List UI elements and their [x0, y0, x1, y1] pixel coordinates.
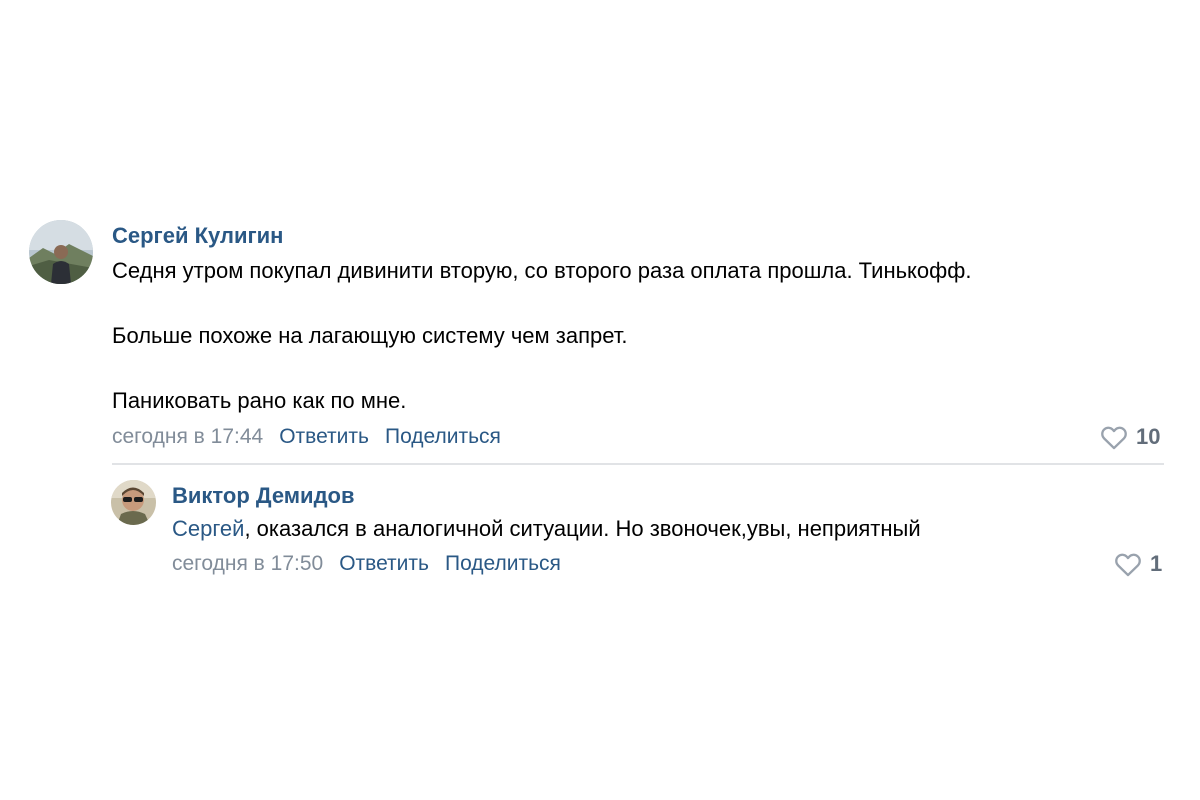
heart-icon [1101, 426, 1127, 450]
avatar[interactable] [29, 220, 93, 284]
reply-body: , оказался в аналогичной ситуации. Но зв… [244, 516, 921, 541]
divider [112, 463, 1164, 465]
avatar-photo [111, 480, 156, 525]
avatar-photo [29, 220, 93, 284]
comment-author[interactable]: Сергей Кулигин [112, 223, 283, 249]
comment-paragraph: Паниковать рано как по мне. [112, 388, 407, 413]
comment-text: Седня утром покупал дивинити вторую, со … [112, 256, 971, 415]
comment-footer: сегодня в 17:44 Ответить Поделиться [112, 425, 501, 449]
comment-paragraph: Больше похоже на лагающую систему чем за… [112, 323, 628, 348]
reply-button[interactable]: Ответить [279, 425, 369, 449]
reply-author[interactable]: Виктор Демидов [172, 483, 355, 509]
share-button[interactable]: Поделиться [445, 552, 561, 576]
share-button[interactable]: Поделиться [385, 425, 501, 449]
avatar[interactable] [111, 480, 156, 525]
like-button[interactable]: 1 [1114, 551, 1162, 577]
like-count: 10 [1136, 424, 1161, 449]
comment-date[interactable]: сегодня в 17:44 [112, 425, 263, 449]
mention-link[interactable]: Сергей [172, 516, 244, 541]
like-button[interactable]: 10 [1100, 424, 1160, 450]
reply-button[interactable]: Ответить [339, 552, 429, 576]
heart-icon [1115, 553, 1141, 577]
reply-date[interactable]: сегодня в 17:50 [172, 552, 323, 576]
reply-text: Сергей, оказался в аналогичной ситуации.… [172, 514, 921, 543]
comment-paragraph: Седня утром покупал дивинити вторую, со … [112, 258, 972, 283]
reply-footer: сегодня в 17:50 Ответить Поделиться [172, 552, 561, 576]
like-count: 1 [1150, 551, 1163, 576]
